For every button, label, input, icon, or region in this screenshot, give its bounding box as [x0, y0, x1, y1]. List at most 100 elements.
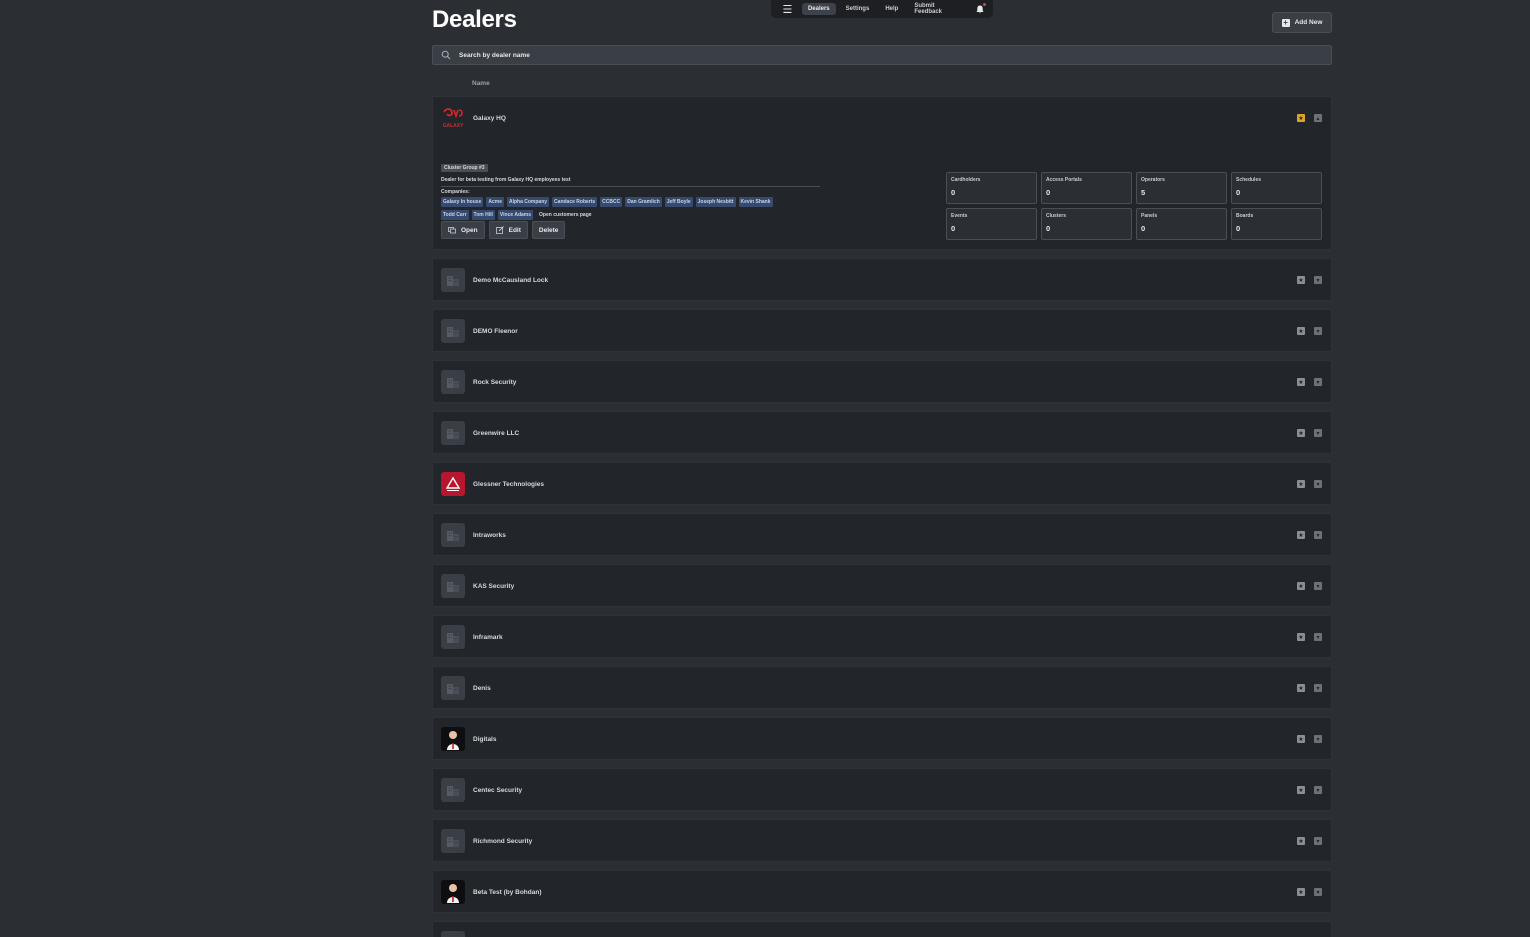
search-icon — [441, 50, 451, 60]
stat-boards[interactable]: Boards 0 — [1231, 208, 1322, 240]
stat-operators[interactable]: Operators 5 — [1136, 172, 1227, 204]
stat-access-portals[interactable]: Access Portals 0 — [1041, 172, 1132, 204]
company-chip[interactable]: Tom Hill — [471, 210, 495, 220]
favorite-star-icon[interactable]: ★ — [1297, 429, 1305, 437]
dealer-row[interactable]: Richmond Security ★ ▾ — [432, 819, 1332, 862]
company-chip[interactable]: Jeff Boyle — [664, 197, 693, 207]
bell-icon[interactable] — [974, 2, 987, 16]
favorite-star-icon[interactable]: ★ — [1297, 786, 1305, 794]
favorite-star-icon[interactable]: ★ — [1297, 276, 1305, 284]
stat-clusters[interactable]: Clusters 0 — [1041, 208, 1132, 240]
chevron-down-icon[interactable]: ▾ — [1314, 582, 1322, 590]
nav-help[interactable]: Help — [879, 3, 904, 15]
stat-value: 0 — [1046, 224, 1051, 233]
dealer-list: GALAXY Galaxy HQ ★ ▴ Cluster Group #3 De… — [432, 96, 1332, 937]
chevron-down-icon[interactable]: ▾ — [1314, 276, 1322, 284]
company-chip[interactable]: Candace Roberts — [552, 197, 598, 207]
person-avatar-icon — [441, 727, 465, 751]
dealer-row[interactable]: Intraworks ★ ▾ — [432, 513, 1332, 556]
dealer-row[interactable]: Rock Security ★ ▾ — [432, 360, 1332, 403]
company-chip[interactable]: Dan Gramlich — [625, 197, 662, 207]
company-chip[interactable]: Kevin Shank — [738, 197, 773, 207]
chevron-down-icon[interactable]: ▾ — [1314, 888, 1322, 896]
stat-label: Cardholders — [951, 177, 981, 183]
chevron-down-icon[interactable]: ▾ — [1314, 735, 1322, 743]
favorite-star-icon[interactable]: ★ — [1297, 735, 1305, 743]
chevron-down-icon[interactable]: ▾ — [1314, 378, 1322, 386]
building-icon — [441, 319, 465, 343]
stat-value: 0 — [1046, 188, 1051, 197]
dealer-row[interactable]: Centec Security ★ ▾ — [432, 768, 1332, 811]
edit-icon — [495, 226, 504, 234]
favorite-star-icon[interactable]: ★ — [1297, 582, 1305, 590]
nav-settings[interactable]: Settings — [840, 3, 876, 15]
company-chip[interactable]: CCBCC — [600, 197, 623, 207]
favorite-star-icon[interactable]: ★ — [1297, 888, 1305, 896]
chevron-down-icon[interactable]: ▾ — [1314, 837, 1322, 845]
stat-label: Panels — [1141, 213, 1158, 219]
stat-value: 0 — [951, 224, 956, 233]
building-icon — [441, 778, 465, 802]
company-chip[interactable]: Joseph Nesbitt — [695, 197, 736, 207]
favorite-star-icon[interactable]: ★ — [1297, 480, 1305, 488]
dealer-name: KAS Security — [473, 582, 515, 590]
chevron-down-icon[interactable]: ▾ — [1314, 327, 1322, 335]
edit-button[interactable]: Edit — [488, 221, 528, 239]
dealer-card-galaxy-hq[interactable]: GALAXY Galaxy HQ ★ ▴ Cluster Group #3 De… — [432, 96, 1332, 250]
building-icon — [441, 421, 465, 445]
favorite-star-icon[interactable]: ★ — [1297, 531, 1305, 539]
company-chip[interactable]: Acme — [486, 197, 504, 207]
dealer-row[interactable]: Greenwire LLC ★ ▾ — [432, 411, 1332, 454]
dealer-row[interactable]: Denis ★ ▾ — [432, 666, 1332, 709]
chevron-down-icon[interactable]: ▾ — [1314, 684, 1322, 692]
dealer-name: DEMO Fleenor — [473, 327, 518, 335]
search-bar — [432, 45, 1332, 65]
dealer-row[interactable]: DEMO Fleenor ★ ▾ — [432, 309, 1332, 352]
chevron-down-icon[interactable]: ▾ — [1314, 429, 1322, 437]
dealer-name: Galaxy HQ — [473, 114, 506, 122]
stat-events[interactable]: Events 0 — [946, 208, 1037, 240]
stat-label: Boards — [1236, 213, 1254, 219]
dealer-row[interactable]: Beta Test (by Bohdan) ★ ▾ — [432, 870, 1332, 913]
favorite-star-icon[interactable]: ★ — [1297, 837, 1305, 845]
company-chip[interactable]: Todd Carr — [441, 210, 469, 220]
delete-button[interactable]: Delete — [531, 221, 566, 239]
favorite-star-icon[interactable]: ★ — [1297, 327, 1305, 335]
stat-schedules[interactable]: Schedules 0 — [1231, 172, 1322, 204]
dealer-row[interactable]: Demo McCausland Lock ★ ▾ — [432, 258, 1332, 301]
dealer-row[interactable]: Inframark ★ ▾ — [432, 615, 1332, 658]
stat-label: Events — [951, 213, 968, 219]
chevron-down-icon[interactable]: ▾ — [1314, 531, 1322, 539]
company-chip[interactable]: Vince Adams — [497, 210, 534, 220]
company-chip[interactable]: Alpha Company — [506, 197, 550, 207]
edit-label: Edit — [508, 226, 521, 234]
add-new-button[interactable]: + Add New — [1272, 12, 1332, 33]
stat-cardholders[interactable]: Cardholders 0 — [946, 172, 1037, 204]
dealer-row[interactable]: KAS Security ★ ▾ — [432, 564, 1332, 607]
chevron-up-icon[interactable]: ▴ — [1314, 114, 1322, 122]
person-avatar-icon — [441, 880, 465, 904]
page-title: Dealers — [432, 6, 517, 33]
favorite-star-icon[interactable]: ★ — [1297, 684, 1305, 692]
open-customers-link[interactable]: Open customers page — [536, 210, 595, 220]
chevron-down-icon[interactable]: ▾ — [1314, 786, 1322, 794]
dealer-name: Denis — [473, 684, 491, 692]
galaxy-logo-icon: GALAXY — [441, 106, 465, 130]
chevron-down-icon[interactable]: ▾ — [1314, 480, 1322, 488]
nav-submit-feedback[interactable]: Submit Feedback — [908, 0, 967, 18]
hamburger-icon[interactable]: ☰ — [777, 2, 798, 16]
dealer-row[interactable]: Digitals ★ ▾ — [432, 717, 1332, 760]
dealer-details: Cluster Group #3 Dealer for beta testing… — [441, 156, 821, 220]
open-button[interactable]: Open — [441, 221, 485, 239]
company-chip[interactable]: Galaxy In house — [441, 197, 484, 207]
stat-panels[interactable]: Panels 0 — [1136, 208, 1227, 240]
nav-dealers[interactable]: Dealers — [801, 3, 836, 15]
favorite-star-icon[interactable]: ★ — [1297, 378, 1305, 386]
favorite-star-icon[interactable]: ★ — [1297, 633, 1305, 641]
dealer-stats: Cardholders 0 Access Portals 0 Operators 5 … — [946, 172, 1322, 240]
dealer-row[interactable]: Glessner Technologies ★ ▾ — [432, 462, 1332, 505]
search-input[interactable] — [459, 51, 1259, 59]
chevron-down-icon[interactable]: ▾ — [1314, 633, 1322, 641]
favorite-star-icon[interactable]: ★ — [1297, 114, 1305, 122]
dealer-row[interactable]: Northside Security★▾ — [432, 921, 1332, 937]
